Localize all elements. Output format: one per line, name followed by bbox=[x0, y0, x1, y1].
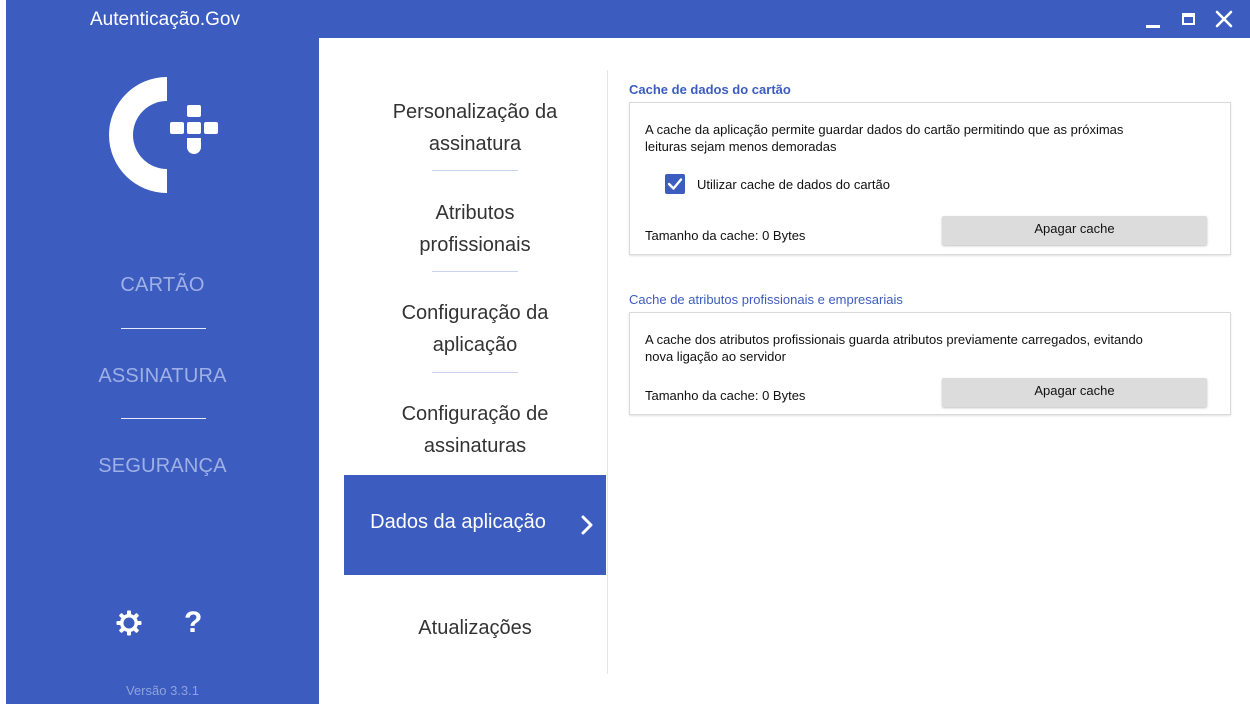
attributes-cache-title: Cache de atributos profissionais e empre… bbox=[629, 292, 903, 307]
minimize-button[interactable] bbox=[1139, 6, 1167, 32]
menu-divider bbox=[432, 170, 518, 171]
menu-separator bbox=[607, 70, 608, 674]
sidebar-divider bbox=[121, 418, 206, 419]
question-icon: ? bbox=[184, 606, 203, 639]
checkmark-icon bbox=[667, 178, 683, 190]
menu-item-label: Configuração de bbox=[401, 403, 549, 425]
menu-item-label: assinatura bbox=[428, 133, 522, 155]
content-area: Personalização da assinatura Atributos p… bbox=[319, 38, 1250, 704]
autenticacao-gov-logo bbox=[109, 77, 218, 193]
maximize-button[interactable] bbox=[1175, 6, 1203, 32]
menu-item-atualizacoes[interactable]: Atualizações bbox=[344, 612, 606, 644]
checkbox-label: Utilizar cache de dados do cartão bbox=[697, 176, 890, 192]
menu-item-label: Dados da aplicação bbox=[370, 511, 546, 533]
maximize-icon bbox=[1182, 13, 1195, 25]
menu-item-configuracao-assinaturas[interactable]: Configuração de assinaturas bbox=[344, 398, 606, 462]
menu-item-label: Personalização da bbox=[392, 101, 558, 123]
description-line: A cache da aplicação permite guardar dad… bbox=[645, 122, 1124, 137]
window-title: Autenticação.Gov bbox=[90, 9, 240, 30]
clear-attributes-cache-button[interactable]: Apagar cache bbox=[942, 378, 1207, 407]
menu-item-label: aplicação bbox=[432, 334, 518, 356]
menu-item-personalizacao-assinatura[interactable]: Personalização da assinatura bbox=[344, 96, 606, 160]
use-card-cache-checkbox[interactable]: Utilizar cache de dados do cartão bbox=[665, 174, 890, 194]
close-button[interactable] bbox=[1210, 6, 1238, 32]
menu-item-configuracao-aplicacao[interactable]: Configuração da aplicação bbox=[344, 297, 606, 361]
attributes-cache-size: Tamanho da cache: 0 Bytes bbox=[645, 388, 806, 403]
description-line: leituras sejam menos demoradas bbox=[645, 139, 837, 154]
card-cache-size: Tamanho da cache: 0 Bytes bbox=[645, 228, 806, 243]
minimize-icon bbox=[1146, 25, 1160, 28]
description-line: A cache dos atributos profissionais guar… bbox=[645, 332, 1143, 347]
description-line: nova ligação ao servidor bbox=[645, 349, 786, 364]
sidebar-item-seguranca[interactable]: SEGURANÇA bbox=[6, 455, 319, 478]
menu-divider bbox=[432, 372, 518, 373]
sidebar-item-assinatura[interactable]: ASSINATURA bbox=[6, 365, 319, 388]
attributes-cache-panel: A cache dos atributos profissionais guar… bbox=[629, 312, 1231, 415]
menu-item-dados-aplicacao[interactable]: Dados da aplicação bbox=[344, 475, 606, 575]
version-label: Versão 3.3.1 bbox=[126, 683, 199, 698]
card-cache-panel: A cache da aplicação permite guardar dad… bbox=[629, 102, 1231, 255]
sidebar: CARTÃO ASSINATURA SEGURANÇA ? Versão 3.3… bbox=[6, 38, 319, 704]
help-button[interactable]: ? bbox=[184, 608, 202, 638]
chevron-right-icon bbox=[581, 515, 593, 535]
close-icon bbox=[1215, 10, 1233, 28]
menu-item-atributos-profissionais[interactable]: Atributos profissionais bbox=[344, 197, 606, 261]
sidebar-divider bbox=[121, 328, 206, 329]
sidebar-item-cartao[interactable]: CARTÃO bbox=[6, 274, 319, 297]
checkbox-checked[interactable] bbox=[665, 174, 685, 194]
title-bar: Autenticação.Gov bbox=[6, 0, 1250, 38]
menu-divider bbox=[432, 271, 518, 272]
card-cache-title: Cache de dados do cartão bbox=[629, 82, 791, 97]
attributes-cache-description: A cache dos atributos profissionais guar… bbox=[645, 331, 1215, 365]
menu-item-label: assinaturas bbox=[423, 435, 527, 457]
settings-menu: Personalização da assinatura Atributos p… bbox=[344, 38, 606, 704]
card-cache-description: A cache da aplicação permite guardar dad… bbox=[645, 121, 1215, 155]
gear-icon bbox=[116, 610, 142, 636]
settings-button[interactable] bbox=[116, 610, 142, 641]
menu-item-label: Configuração da bbox=[401, 302, 549, 324]
menu-item-label: profissionais bbox=[419, 234, 531, 256]
clear-card-cache-button[interactable]: Apagar cache bbox=[942, 216, 1207, 245]
menu-item-label: Atributos bbox=[435, 202, 515, 224]
